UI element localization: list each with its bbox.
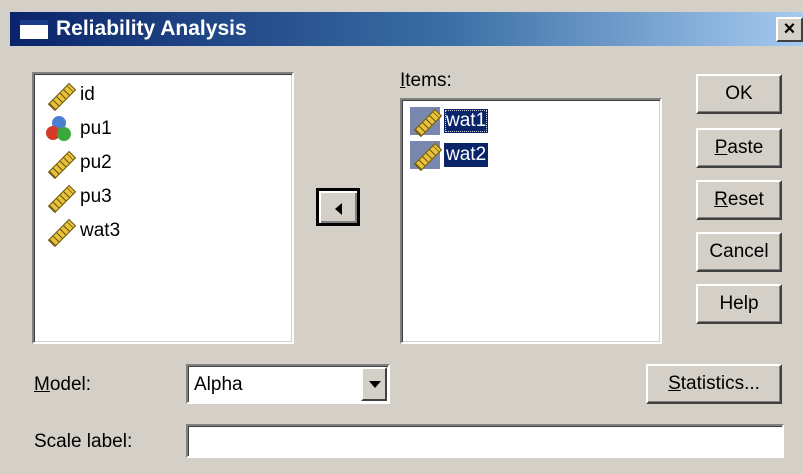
left-arrow-icon bbox=[335, 203, 342, 215]
scale-ruler-icon bbox=[44, 149, 77, 180]
variable-name: pu1 bbox=[80, 118, 112, 139]
window-title: Reliability Analysis bbox=[56, 17, 247, 40]
variable-name: wat2 bbox=[444, 143, 489, 167]
close-icon: × bbox=[783, 18, 796, 40]
statistics-button[interactable]: Statistics... bbox=[646, 364, 782, 404]
list-item[interactable]: wat1 bbox=[410, 106, 489, 138]
model-combobox[interactable]: Alpha bbox=[186, 364, 390, 404]
reset-button[interactable]: Reset bbox=[696, 180, 782, 220]
title-bar[interactable]: Reliability Analysis × bbox=[10, 12, 803, 46]
nominal-circles-icon bbox=[44, 115, 74, 143]
scale-label-label: Scale label: bbox=[34, 431, 133, 452]
list-item[interactable]: pu3 bbox=[44, 182, 114, 214]
scale-label-field[interactable] bbox=[186, 424, 784, 458]
source-variable-list[interactable]: id pu1 pu2 pu3 wat3 bbox=[32, 72, 294, 344]
list-item[interactable]: pu1 bbox=[44, 114, 114, 144]
list-item[interactable]: pu2 bbox=[44, 148, 114, 180]
scale-ruler-icon bbox=[44, 183, 77, 214]
variable-name: pu2 bbox=[80, 152, 112, 173]
model-value: Alpha bbox=[194, 374, 243, 395]
variable-name: pu3 bbox=[80, 186, 112, 207]
variable-name: id bbox=[80, 84, 95, 105]
list-item[interactable]: wat2 bbox=[410, 140, 489, 172]
variable-name: wat3 bbox=[80, 220, 121, 241]
list-item[interactable]: wat3 bbox=[44, 216, 122, 248]
ok-button[interactable]: OK bbox=[696, 74, 782, 114]
paste-button[interactable]: Paste bbox=[696, 128, 782, 168]
window-icon bbox=[20, 20, 48, 39]
help-button[interactable]: Help bbox=[696, 284, 782, 324]
reliability-analysis-dialog: Reliability Analysis × id pu1 pu2 pu3 wa… bbox=[0, 0, 803, 474]
dropdown-button[interactable] bbox=[361, 367, 387, 401]
scale-ruler-icon bbox=[44, 217, 77, 248]
variable-name: wat1 bbox=[444, 109, 489, 133]
close-button[interactable]: × bbox=[776, 17, 803, 42]
cancel-button[interactable]: Cancel bbox=[696, 232, 782, 272]
scale-ruler-icon bbox=[44, 81, 77, 112]
items-label: Items: bbox=[400, 70, 452, 91]
move-left-button[interactable] bbox=[316, 188, 360, 226]
chevron-down-icon bbox=[369, 381, 381, 388]
items-list[interactable]: wat1 wat2 bbox=[400, 98, 662, 344]
list-item[interactable]: id bbox=[44, 80, 97, 112]
scale-ruler-icon bbox=[410, 107, 443, 138]
model-label: Model: bbox=[34, 374, 92, 395]
scale-ruler-icon bbox=[410, 141, 443, 172]
